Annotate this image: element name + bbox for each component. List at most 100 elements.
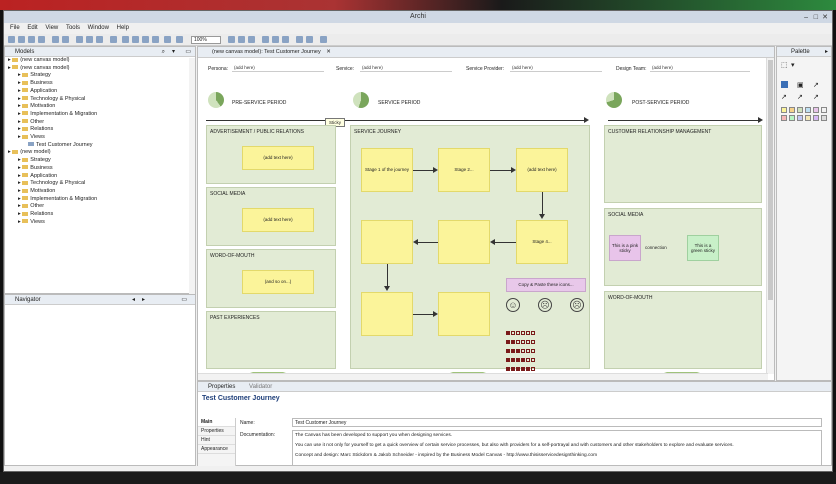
navigator-icon[interactable] — [142, 36, 149, 43]
color-swatch-blue[interactable] — [805, 107, 811, 113]
tree-item[interactable]: ▸ Implementation & Migration — [8, 111, 195, 119]
dashed-arrow-tool-icon[interactable]: ↗ — [797, 93, 803, 101]
color-swatch-lavender[interactable] — [797, 115, 803, 121]
rating-row-5[interactable] — [506, 358, 536, 371]
menu-help[interactable]: Help — [117, 23, 129, 34]
journey-sticky[interactable] — [438, 220, 490, 264]
tree-item[interactable]: ▸ (new canvas model) — [8, 57, 195, 65]
tree-item[interactable]: ▸ Strategy — [8, 157, 195, 165]
save-all-icon[interactable] — [38, 36, 45, 43]
tree-item[interactable]: ▸ Technology & Physical — [8, 180, 195, 188]
color-swatch-white[interactable] — [821, 107, 827, 113]
tree-item[interactable]: ▸ Application — [8, 88, 195, 96]
tree-item[interactable]: ▸ Relations — [8, 211, 195, 219]
color-swatch-red[interactable] — [781, 115, 787, 121]
journey-sticky[interactable] — [361, 220, 413, 264]
tree-item[interactable]: ▸ Business — [8, 165, 195, 173]
past-experiences-section[interactable]: PAST EXPERIENCES — [206, 311, 336, 369]
menu-view[interactable]: View — [45, 23, 58, 34]
filter-icon[interactable]: ▾ — [172, 47, 175, 57]
color-swatch-pink[interactable] — [813, 107, 819, 113]
persona-field[interactable]: (add here) — [232, 64, 324, 72]
journey-sticky[interactable]: Stage 1 of the journey — [361, 148, 413, 192]
tree-item[interactable]: ▸ Views — [8, 134, 195, 142]
align-top-icon[interactable] — [262, 36, 269, 43]
color-swatch-yellow[interactable] — [781, 107, 787, 113]
default-size-icon[interactable] — [320, 36, 327, 43]
editor-vertical-scrollbar[interactable] — [766, 58, 774, 374]
journey-sticky[interactable] — [438, 292, 490, 336]
section-hint[interactable]: Hint — [198, 436, 235, 445]
tree-item[interactable]: Test Customer Journey — [8, 142, 195, 150]
editor-scroll-thumb[interactable] — [768, 60, 773, 300]
copy-paste-note[interactable]: Copy & Paste these icons... — [506, 278, 586, 292]
properties-tab[interactable]: Properties — [208, 384, 235, 390]
tree-item[interactable]: ▸ (new model) — [8, 149, 195, 157]
editor-tab[interactable]: (new canvas model): Test Customer Journe… — [198, 47, 774, 58]
connector[interactable] — [413, 170, 435, 171]
team-field[interactable]: (add here) — [650, 64, 750, 72]
palette-menu-icon[interactable]: ▸ — [825, 47, 828, 57]
rating-row-2[interactable] — [506, 331, 536, 344]
align-center-icon[interactable] — [238, 36, 245, 43]
color-swatch-orange[interactable] — [789, 107, 795, 113]
journey-sticky[interactable]: Stage 2... — [438, 148, 490, 192]
connector[interactable] — [490, 170, 513, 171]
search-icon[interactable]: ⌕ — [162, 47, 165, 57]
color-swatch-mint[interactable] — [789, 115, 795, 121]
zoom-select[interactable]: 100% — [191, 36, 221, 44]
word-of-mouth-section[interactable]: WORD-OF-MOUTH (and so on...) — [206, 249, 336, 308]
properties-icon[interactable] — [122, 36, 129, 43]
menu-file[interactable]: File — [10, 23, 20, 34]
right-social-media-section[interactable]: SOCIAL MEDIA This is a pink sticky conne… — [604, 208, 762, 286]
color-swatch-grey[interactable] — [821, 115, 827, 121]
open-icon[interactable] — [18, 36, 25, 43]
nav-menu-icon[interactable]: ▭ — [181, 295, 187, 305]
match-width-icon[interactable] — [296, 36, 303, 43]
help-icon[interactable] — [176, 36, 183, 43]
tree-item[interactable]: ▸ Technology & Physical — [8, 96, 195, 104]
undo-icon[interactable] — [52, 36, 59, 43]
connector[interactable] — [417, 242, 438, 243]
models-scrollbar[interactable] — [189, 58, 195, 294]
left-sticky[interactable]: (add text here) — [242, 146, 314, 170]
connector[interactable] — [387, 264, 388, 288]
right-word-of-mouth-section[interactable]: WORD-OF-MOUTH — [604, 291, 762, 369]
menu-tools[interactable]: Tools — [66, 23, 80, 34]
journey-sticky[interactable]: (add text here) — [516, 148, 568, 192]
match-height-icon[interactable] — [306, 36, 313, 43]
tree-item[interactable]: ▸ Relations — [8, 126, 195, 134]
connector[interactable] — [494, 242, 516, 243]
rating-row-1[interactable] — [506, 322, 536, 335]
redo-icon[interactable] — [62, 36, 69, 43]
tree-item[interactable]: ▸ Implementation & Migration — [8, 196, 195, 204]
section-properties[interactable]: Properties — [198, 427, 235, 436]
name-field[interactable]: Test Customer Journey — [292, 418, 822, 427]
pink-sticky[interactable]: This is a pink sticky — [609, 235, 641, 261]
arrow-tool-icon[interactable]: ↗ — [781, 93, 787, 101]
line-tool-icon[interactable]: ↗ — [813, 93, 819, 101]
tree-item[interactable]: ▸ Views — [8, 219, 195, 227]
color-swatch-cream[interactable] — [805, 115, 811, 121]
tree-item[interactable]: ▸ Strategy — [8, 72, 195, 80]
paste-icon[interactable] — [96, 36, 103, 43]
connector[interactable] — [413, 314, 435, 315]
menu-edit[interactable]: Edit — [27, 23, 37, 34]
sticky-tool-icon[interactable] — [781, 81, 788, 88]
connector[interactable] — [542, 192, 543, 216]
green-sticky[interactable]: This is a green sticky — [687, 235, 719, 261]
left-sticky[interactable]: (add text here) — [242, 208, 314, 232]
advertisement-section[interactable]: ADVERTISEMENT / PUBLIC RELATIONS (add te… — [206, 125, 336, 184]
color-swatch-purple[interactable] — [813, 115, 819, 121]
validator-icon[interactable] — [164, 36, 171, 43]
canvas[interactable]: Persona: (add here) Service: (add here) … — [198, 58, 766, 374]
sad-face-icon[interactable]: ☹ — [570, 298, 584, 312]
social-media-section[interactable]: SOCIAL MEDIA (add text here) — [206, 187, 336, 246]
tree-item[interactable]: ▸ (new canvas model) — [8, 65, 195, 73]
validator-tab[interactable]: Validator — [249, 384, 272, 390]
align-right-icon[interactable] — [248, 36, 255, 43]
marquee-tool-icon[interactable]: ▾ — [791, 61, 795, 69]
service-journey-section[interactable]: SERVICE JOURNEY Stage 1 of the journey S… — [350, 125, 590, 371]
left-sticky[interactable]: (and so on...) — [242, 270, 314, 294]
outline-icon[interactable] — [132, 36, 139, 43]
